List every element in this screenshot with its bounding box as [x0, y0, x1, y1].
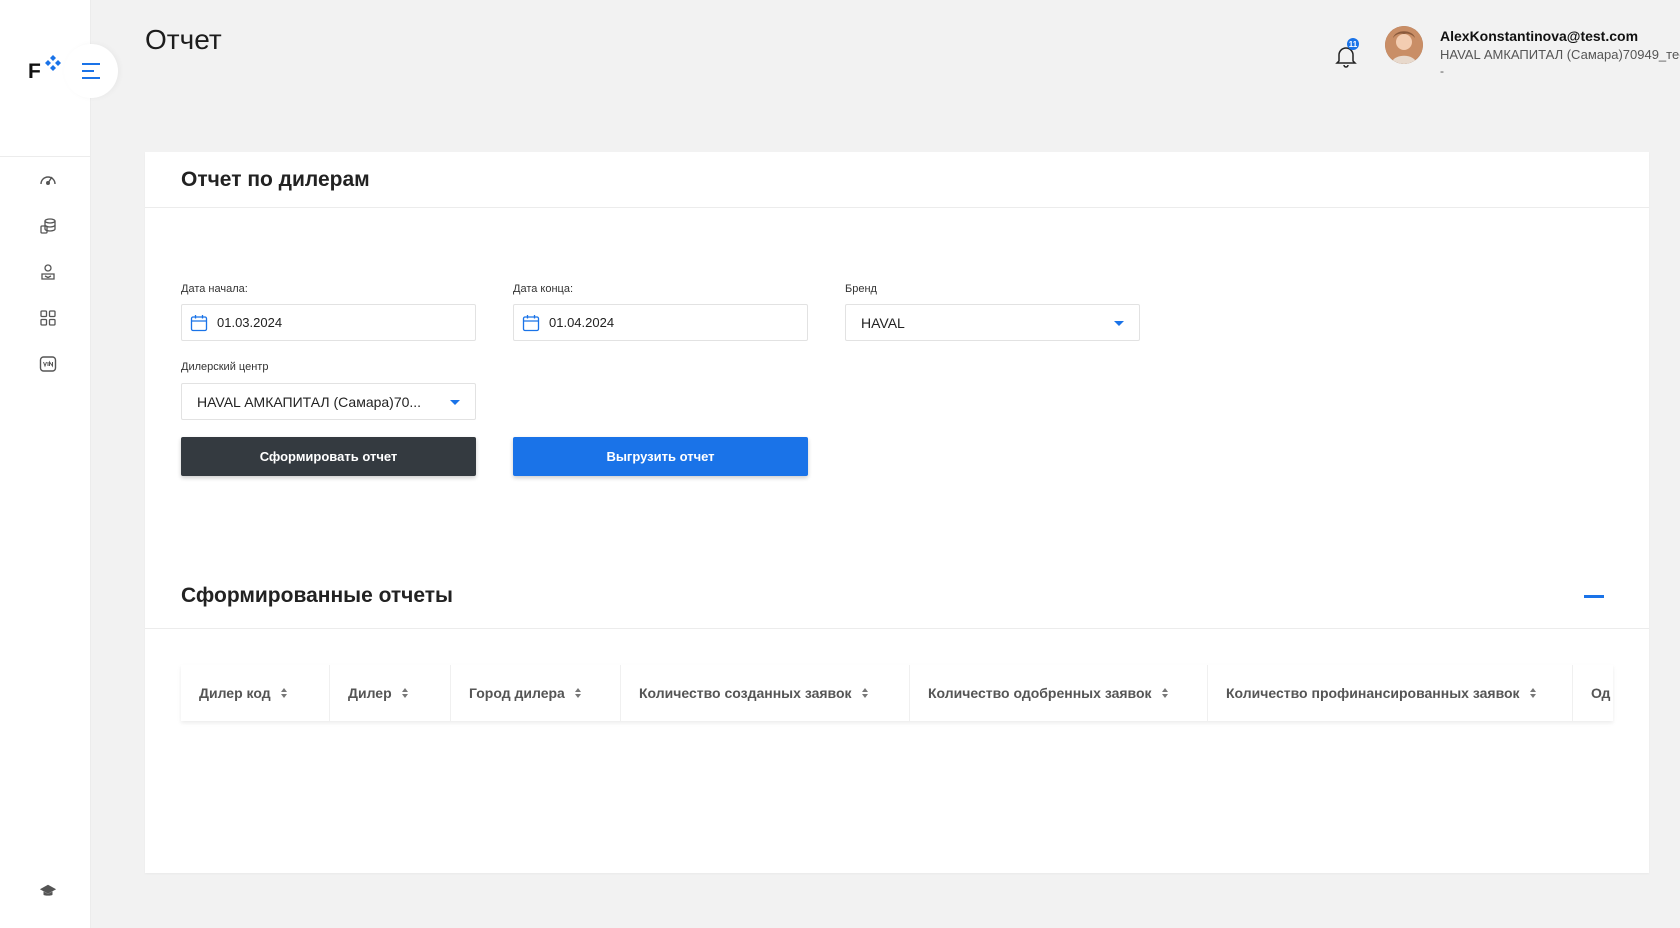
column-header-label: Од: [1591, 685, 1611, 701]
notifications-button[interactable]: 11: [1335, 38, 1359, 68]
export-report-button[interactable]: Выгрузить отчет: [513, 437, 808, 476]
sidebar-item-apps[interactable]: [36, 306, 60, 330]
report-form-title: Отчет по дилерам: [181, 168, 370, 191]
reports-table: Дилер код Дилер Город дилера Количество …: [181, 665, 1613, 721]
column-header-label: Количество созданных заявок: [639, 685, 852, 701]
chevron-down-icon: [450, 400, 460, 405]
column-header-financed-count[interactable]: Количество профинансированных заявок: [1208, 665, 1573, 721]
column-header-label: Количество профинансированных заявок: [1226, 685, 1520, 701]
user-badge-icon: [41, 264, 55, 280]
sidebar-item-learning[interactable]: [36, 879, 60, 903]
column-header-approved-count[interactable]: Количество одобренных заявок: [910, 665, 1208, 721]
sidebar: F: [0, 0, 91, 928]
brand-label: Бренд: [845, 283, 877, 295]
user-organization: HAVAL АМКАПИТАЛ (Самара)70949_тест: [1440, 47, 1680, 62]
sort-icon: [574, 688, 581, 698]
sort-icon: [401, 688, 408, 698]
sidebar-divider: [0, 156, 91, 157]
column-header-created-count[interactable]: Количество созданных заявок: [621, 665, 910, 721]
report-card: Отчет по дилерам Дата начала: 01.03.2024…: [145, 152, 1649, 873]
dealer-selected-value: HAVAL АМКАПИТАЛ (Самара)70...: [197, 393, 422, 410]
end-date-value: 01.04.2024: [549, 315, 615, 330]
column-header-dealer-city[interactable]: Город дилера: [451, 665, 621, 721]
table-header-row: Дилер код Дилер Город дилера Количество …: [181, 665, 1613, 721]
start-date-value: 01.03.2024: [217, 315, 283, 330]
user-email: AlexKonstantinova@test.com: [1440, 28, 1639, 44]
vin-card-icon: [39, 356, 57, 372]
sidebar-item-finance[interactable]: [36, 214, 60, 238]
brand-selected-value: HAVAL: [861, 314, 905, 331]
sort-icon: [1529, 688, 1536, 698]
sort-icon: [1161, 688, 1168, 698]
column-header-dealer[interactable]: Дилер: [330, 665, 451, 721]
logo-mark-icon: [45, 55, 61, 71]
app-logo[interactable]: F: [28, 52, 68, 86]
grid-apps-icon: [40, 310, 56, 326]
generated-reports-title: Сформированные отчеты: [181, 584, 453, 607]
coins-stack-icon: [40, 218, 56, 234]
end-date-field[interactable]: 01.04.2024: [513, 304, 808, 341]
sort-icon: [861, 688, 868, 698]
page-title: Отчет: [145, 24, 222, 55]
column-header-label: Город дилера: [469, 685, 565, 701]
logo-letter: F: [28, 60, 41, 83]
column-header-dealer-code[interactable]: Дилер код: [181, 665, 330, 721]
dashboard-gauge-icon: [40, 176, 56, 185]
sidebar-item-vin[interactable]: [36, 352, 60, 376]
hamburger-menu-icon: [82, 63, 100, 79]
dealer-select[interactable]: HAVAL АМКАПИТАЛ (Самара)70...: [181, 383, 476, 420]
column-header-label: Дилер: [348, 685, 392, 701]
avatar-portrait-icon: [1385, 26, 1423, 64]
menu-toggle-button[interactable]: [64, 44, 118, 98]
dealer-label: Дилерский центр: [181, 361, 269, 373]
calendar-icon: [522, 314, 540, 331]
start-date-label: Дата начала:: [181, 283, 248, 295]
column-header-label: Дилер код: [199, 685, 271, 701]
sidebar-item-dashboard[interactable]: [36, 168, 60, 192]
calendar-icon: [190, 314, 208, 331]
end-date-label: Дата конца:: [513, 283, 574, 295]
column-header-truncated[interactable]: Од: [1573, 665, 1613, 721]
start-date-field[interactable]: 01.03.2024: [181, 304, 476, 341]
sort-icon: [280, 688, 287, 698]
collapse-section-button[interactable]: [1584, 595, 1604, 598]
user-extra-info: -: [1440, 64, 1444, 78]
section-divider: [145, 628, 1649, 629]
generate-report-button[interactable]: Сформировать отчет: [181, 437, 476, 476]
user-avatar[interactable]: [1385, 26, 1423, 64]
chevron-down-icon: [1114, 321, 1124, 326]
brand-select[interactable]: HAVAL: [845, 304, 1140, 341]
column-header-label: Количество одобренных заявок: [928, 685, 1152, 701]
sidebar-item-clients[interactable]: [36, 260, 60, 284]
notification-count-badge: 11: [1347, 38, 1359, 50]
card-header-divider: [145, 207, 1649, 208]
graduation-cap-icon: [39, 884, 57, 896]
